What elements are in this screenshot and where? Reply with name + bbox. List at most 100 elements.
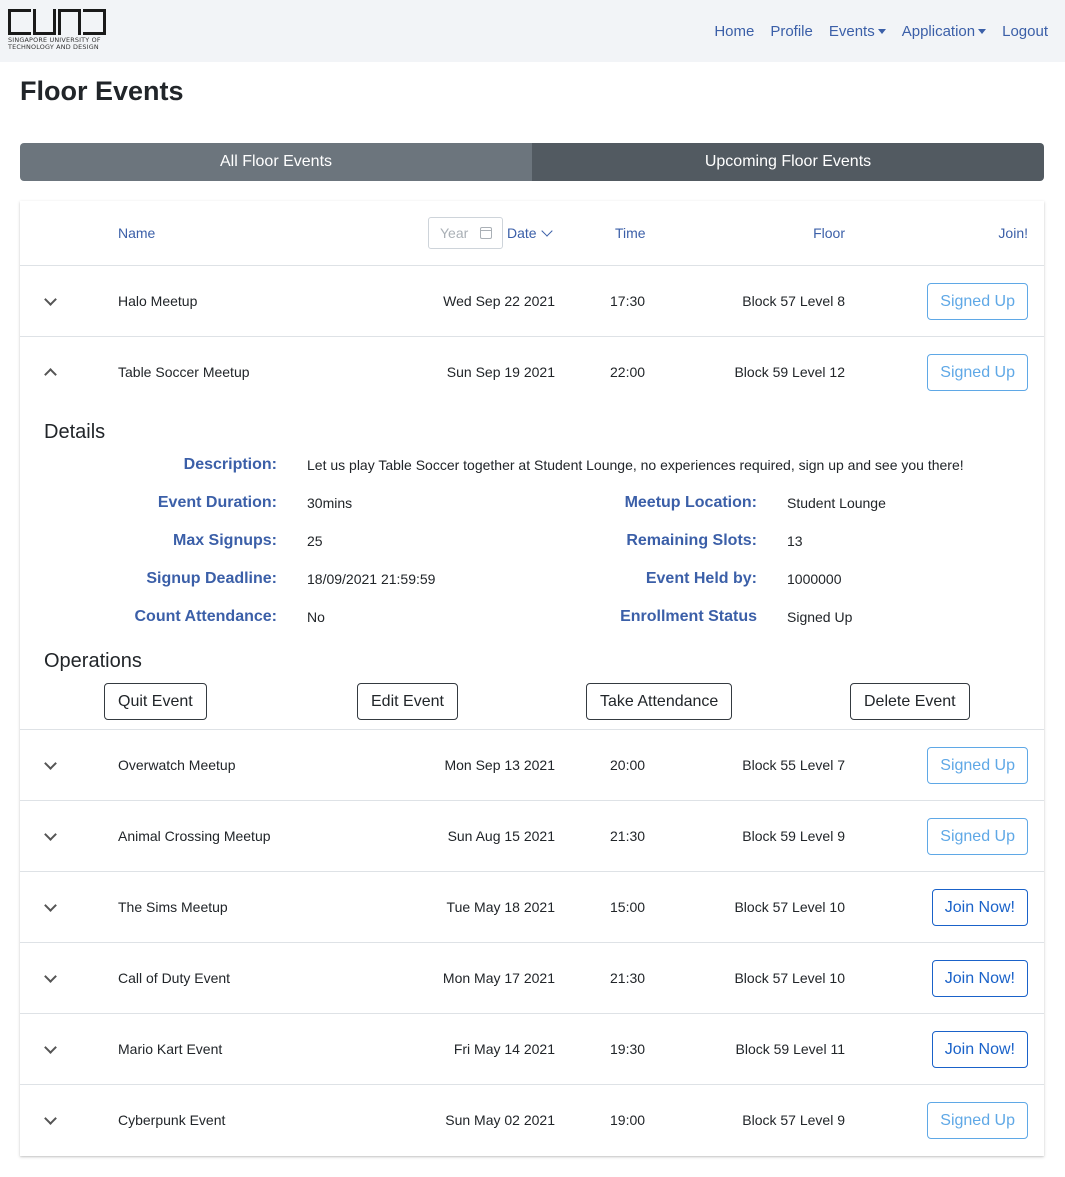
calendar-icon (480, 227, 492, 239)
logo-text-line2: TECHNOLOGY AND DESIGN (8, 43, 99, 51)
event-date: Sun Aug 15 2021 (447, 828, 555, 844)
chevron-down-icon[interactable] (44, 899, 57, 912)
event-date: Mon Sep 13 2021 (444, 757, 555, 773)
header-join[interactable]: Join! (998, 225, 1028, 241)
event-time: 19:00 (610, 1112, 646, 1128)
duration-value: 30mins (307, 495, 353, 511)
nav-profile-label: Profile (770, 22, 813, 40)
join-now-button[interactable]: Join Now! (931, 1031, 1028, 1068)
duration-label: Event Duration: (157, 494, 277, 511)
tab-all-floor-events[interactable]: All Floor Events (20, 143, 532, 181)
table-row: Mario Kart Event Fri May 14 2021 19:30 B… (20, 1014, 1044, 1085)
event-time: 21:30 (610, 970, 646, 986)
nav-events-label: Events (828, 22, 875, 40)
event-details-panel: Details Description: Let us play Table S… (20, 407, 1044, 730)
event-date: Sun May 02 2021 (445, 1112, 555, 1128)
enrollment-status-value: Signed Up (787, 609, 853, 625)
year-filter-input[interactable]: Year (428, 217, 503, 249)
tab-upcoming-floor-events[interactable]: Upcoming Floor Events (532, 143, 1044, 181)
event-name: Animal Crossing Meetup (118, 828, 271, 844)
sutd-logo[interactable]: SINGAPORE UNIVERSITY OF TECHNOLOGY AND D… (8, 9, 110, 51)
signed-up-button[interactable]: Signed Up (927, 818, 1028, 855)
year-placeholder: Year (440, 225, 469, 241)
table-row: The Sims Meetup Tue May 18 2021 15:00 Bl… (20, 872, 1044, 943)
header-floor[interactable]: Floor (813, 225, 845, 241)
join-now-button[interactable]: Join Now! (931, 889, 1028, 926)
event-date: Fri May 14 2021 (453, 1041, 555, 1057)
join-now-button[interactable]: Join Now! (931, 960, 1028, 997)
table-row: Cyberpunk Event Sun May 02 2021 19:00 Bl… (20, 1085, 1044, 1156)
details-title: Details (44, 421, 106, 443)
nav-home[interactable]: Home (714, 23, 754, 40)
table-row: Animal Crossing Meetup Sun Aug 15 2021 2… (20, 801, 1044, 872)
table-row: Halo Meetup Wed Sep 22 2021 17:30 Block … (20, 266, 1044, 337)
event-time: 21:30 (610, 828, 646, 844)
count-attendance-label: Count Attendance: (134, 608, 277, 625)
count-attendance-value: No (307, 609, 325, 625)
caret-down-icon (877, 28, 886, 34)
event-date: Tue May 18 2021 (446, 899, 555, 915)
table-header: Name Year Date Time Floor Join! (20, 201, 1044, 266)
quit-event-button[interactable]: Quit Event (104, 683, 207, 720)
event-time: 19:30 (610, 1041, 646, 1057)
event-time: 15:00 (610, 899, 646, 915)
signed-up-button[interactable]: Signed Up (927, 283, 1028, 320)
take-attendance-button[interactable]: Take Attendance (586, 683, 733, 720)
nav-profile[interactable]: Profile (770, 23, 813, 40)
table-row: Overwatch Meetup Mon Sep 13 2021 20:00 B… (20, 730, 1044, 801)
event-date: Wed Sep 22 2021 (443, 293, 555, 309)
deadline-label: Signup Deadline: (146, 570, 277, 587)
event-floor: Block 57 Level 9 (742, 1112, 845, 1128)
nav-events-dropdown[interactable]: Events (829, 23, 886, 40)
event-time: 22:00 (610, 364, 646, 380)
chevron-down-icon[interactable] (44, 1041, 57, 1054)
header-date-sort[interactable]: Date (507, 225, 553, 241)
max-signups-value: 25 (307, 533, 323, 549)
event-floor: Block 57 Level 10 (734, 970, 845, 986)
header-time[interactable]: Time (615, 225, 646, 241)
location-value: Student Lounge (787, 495, 886, 511)
chevron-down-icon[interactable] (44, 293, 57, 306)
event-name: Mario Kart Event (118, 1041, 223, 1057)
operations-title: Operations (44, 650, 142, 672)
nav-logout[interactable]: Logout (1002, 23, 1048, 40)
event-name: Table Soccer Meetup (118, 364, 250, 380)
deadline-value: 18/09/2021 21:59:59 (307, 571, 436, 587)
remaining-slots-label: Remaining Slots: (626, 532, 757, 549)
nav-application-label: Application (901, 22, 976, 40)
event-date: Sun Sep 19 2021 (446, 364, 555, 380)
header-name[interactable]: Name (118, 225, 155, 241)
held-by-label: Event Held by: (645, 570, 757, 587)
navbar: SINGAPORE UNIVERSITY OF TECHNOLOGY AND D… (0, 0, 1065, 62)
nav-menu: Home Profile Events Application Logout (698, 0, 1048, 62)
chevron-down-icon[interactable] (44, 970, 57, 983)
edit-event-button[interactable]: Edit Event (357, 683, 458, 720)
event-floor: Block 57 Level 10 (734, 899, 845, 915)
table-row: Table Soccer Meetup Sun Sep 19 2021 22:0… (20, 337, 1044, 408)
chevron-up-icon[interactable] (44, 368, 57, 381)
page-title: Floor Events (20, 76, 184, 106)
delete-event-button[interactable]: Delete Event (850, 683, 970, 720)
sort-down-icon (540, 225, 553, 237)
signed-up-button[interactable]: Signed Up (927, 747, 1028, 784)
logo-mark-icon (8, 9, 110, 35)
event-tabs: All Floor Events Upcoming Floor Events (20, 143, 1044, 181)
enrollment-status-label: Enrollment Status (620, 608, 757, 625)
nav-application-dropdown[interactable]: Application (901, 22, 987, 40)
nav-home-label: Home (714, 22, 755, 40)
description-value: Let us play Table Soccer together at Stu… (307, 457, 964, 473)
event-floor: Block 59 Level 12 (734, 364, 845, 380)
events-table: Name Year Date Time Floor Join! Halo Mee… (20, 201, 1044, 1156)
logo-text: SINGAPORE UNIVERSITY OF TECHNOLOGY AND D… (8, 37, 110, 51)
event-name: Overwatch Meetup (118, 757, 236, 773)
chevron-down-icon[interactable] (44, 1112, 57, 1125)
event-name: Halo Meetup (118, 293, 198, 309)
chevron-down-icon[interactable] (44, 757, 57, 770)
event-date: Mon May 17 2021 (442, 970, 555, 986)
signed-up-button[interactable]: Signed Up (927, 1102, 1028, 1139)
chevron-down-icon[interactable] (44, 828, 57, 841)
signed-up-button[interactable]: Signed Up (927, 354, 1028, 391)
max-signups-label: Max Signups: (172, 532, 277, 549)
header-date-label: Date (507, 225, 537, 241)
nav-logout-label: Logout (1002, 22, 1048, 40)
